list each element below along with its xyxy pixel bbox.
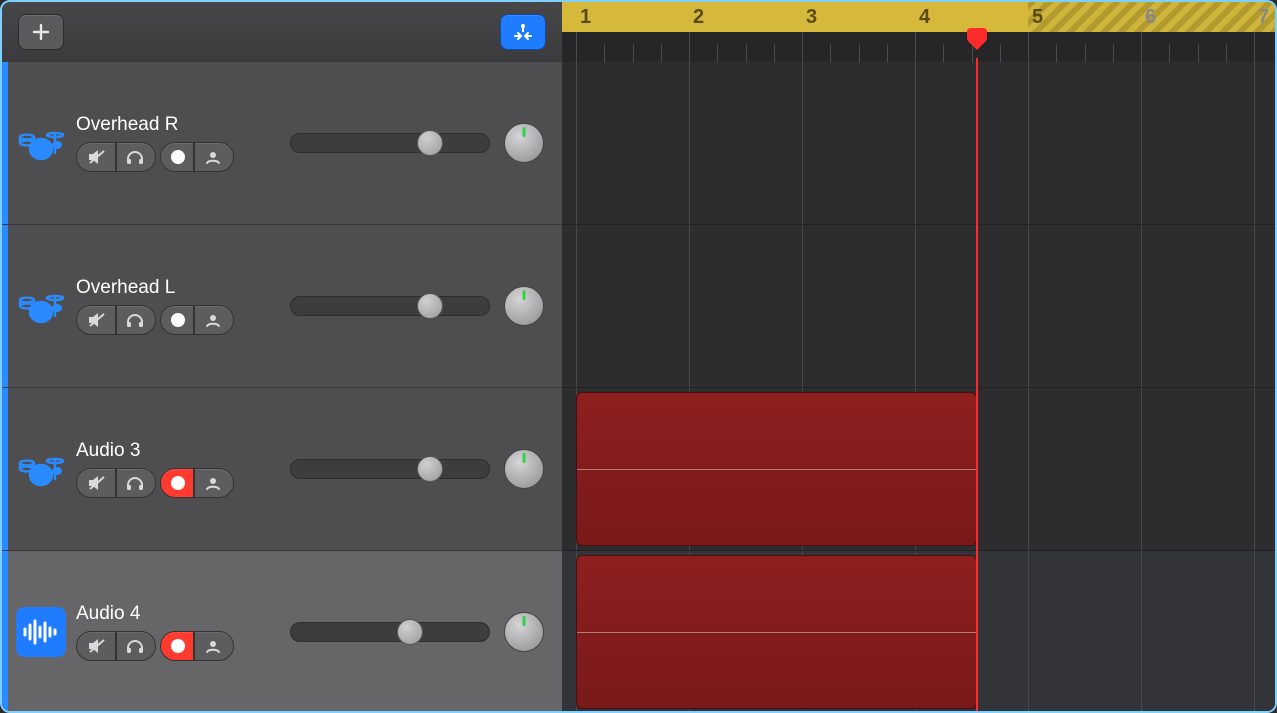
ruler-bar-number[interactable]: 3 <box>806 6 817 29</box>
waveform-baseline <box>577 469 976 470</box>
track-header-panel: Overhead R <box>2 62 562 711</box>
timeline-ruler[interactable]: 1 2 3 4 5 6 7 <box>562 2 1275 62</box>
track-buttons <box>76 468 290 498</box>
pan-knob[interactable] <box>504 612 544 652</box>
timeline-lane[interactable] <box>562 388 1275 551</box>
drumkit-icon[interactable] <box>16 118 66 168</box>
track-name-label[interactable]: Audio 3 <box>76 440 290 462</box>
track-header[interactable]: Audio 3 <box>2 388 562 551</box>
timeline-lane[interactable] <box>562 551 1275 713</box>
track-header[interactable]: Overhead R <box>2 62 562 225</box>
volume-thumb[interactable] <box>417 293 443 319</box>
record-enable-button[interactable] <box>160 631 194 661</box>
ruler-bar-numbers[interactable]: 1 2 3 4 5 6 7 <box>562 2 1275 32</box>
volume-slider[interactable] <box>290 296 490 316</box>
audio-region[interactable] <box>576 392 977 546</box>
volume-thumb[interactable] <box>417 130 443 156</box>
input-monitor-button[interactable] <box>194 305 234 335</box>
timeline-area[interactable] <box>562 62 1275 711</box>
pan-knob[interactable] <box>504 286 544 326</box>
record-enable-button[interactable] <box>160 142 194 172</box>
track-name-label[interactable]: Overhead R <box>76 114 290 136</box>
solo-button[interactable] <box>116 305 156 335</box>
ruler-bar-number[interactable]: 7 <box>1258 6 1269 29</box>
add-track-button[interactable] <box>18 14 64 50</box>
track-buttons <box>76 305 290 335</box>
solo-button[interactable] <box>116 468 156 498</box>
waveform-baseline <box>577 632 976 633</box>
track-color-stripe <box>2 551 8 713</box>
tracks-toolbar <box>2 2 562 62</box>
drumkit-icon[interactable] <box>16 444 66 494</box>
track-name-label[interactable]: Audio 4 <box>76 603 290 625</box>
track-color-stripe <box>2 225 8 387</box>
record-dot-icon <box>171 150 185 164</box>
ruler-ticks <box>562 32 1275 62</box>
volume-thumb[interactable] <box>417 456 443 482</box>
input-monitor-button[interactable] <box>194 142 234 172</box>
input-monitor-button[interactable] <box>194 631 234 661</box>
record-dot-icon <box>171 639 185 653</box>
ruler-bar-number[interactable]: 6 <box>1145 6 1156 29</box>
record-enable-button[interactable] <box>160 468 194 498</box>
track-color-stripe <box>2 388 8 550</box>
track-color-stripe <box>2 62 8 224</box>
mute-button[interactable] <box>76 631 116 661</box>
ruler-bar-number[interactable]: 4 <box>919 6 930 29</box>
ruler-bar-number[interactable]: 1 <box>580 6 591 29</box>
timeline-lane[interactable] <box>562 62 1275 225</box>
record-dot-icon <box>171 476 185 490</box>
volume-thumb[interactable] <box>397 619 423 645</box>
pan-knob[interactable] <box>504 123 544 163</box>
playhead-handle[interactable] <box>963 28 991 56</box>
track-buttons <box>76 631 290 661</box>
volume-slider[interactable] <box>290 459 490 479</box>
drumkit-icon[interactable] <box>16 281 66 331</box>
solo-button[interactable] <box>116 631 156 661</box>
track-header[interactable]: Audio 4 <box>2 551 562 713</box>
pan-knob[interactable] <box>504 449 544 489</box>
waveform-icon[interactable] <box>16 607 66 657</box>
track-buttons <box>76 142 290 172</box>
mute-button[interactable] <box>76 305 116 335</box>
solo-button[interactable] <box>116 142 156 172</box>
track-name-label[interactable]: Overhead L <box>76 277 290 299</box>
ruler-bar-number[interactable]: 2 <box>693 6 704 29</box>
playhead-line <box>976 58 978 711</box>
volume-slider[interactable] <box>290 133 490 153</box>
input-monitor-button[interactable] <box>194 468 234 498</box>
mute-button[interactable] <box>76 468 116 498</box>
plus-icon <box>31 22 51 42</box>
mute-button[interactable] <box>76 142 116 172</box>
catch-icon <box>512 22 534 42</box>
record-dot-icon <box>171 313 185 327</box>
track-header[interactable]: Overhead L <box>2 225 562 388</box>
record-enable-button[interactable] <box>160 305 194 335</box>
catch-playhead-button[interactable] <box>500 14 546 50</box>
playhead-icon <box>963 28 991 56</box>
app-window: 1 2 3 4 5 6 7 Overhead R <box>0 0 1277 713</box>
ruler-bar-number[interactable]: 5 <box>1032 6 1043 29</box>
audio-region[interactable] <box>576 555 977 709</box>
timeline-lane[interactable] <box>562 225 1275 388</box>
volume-slider[interactable] <box>290 622 490 642</box>
